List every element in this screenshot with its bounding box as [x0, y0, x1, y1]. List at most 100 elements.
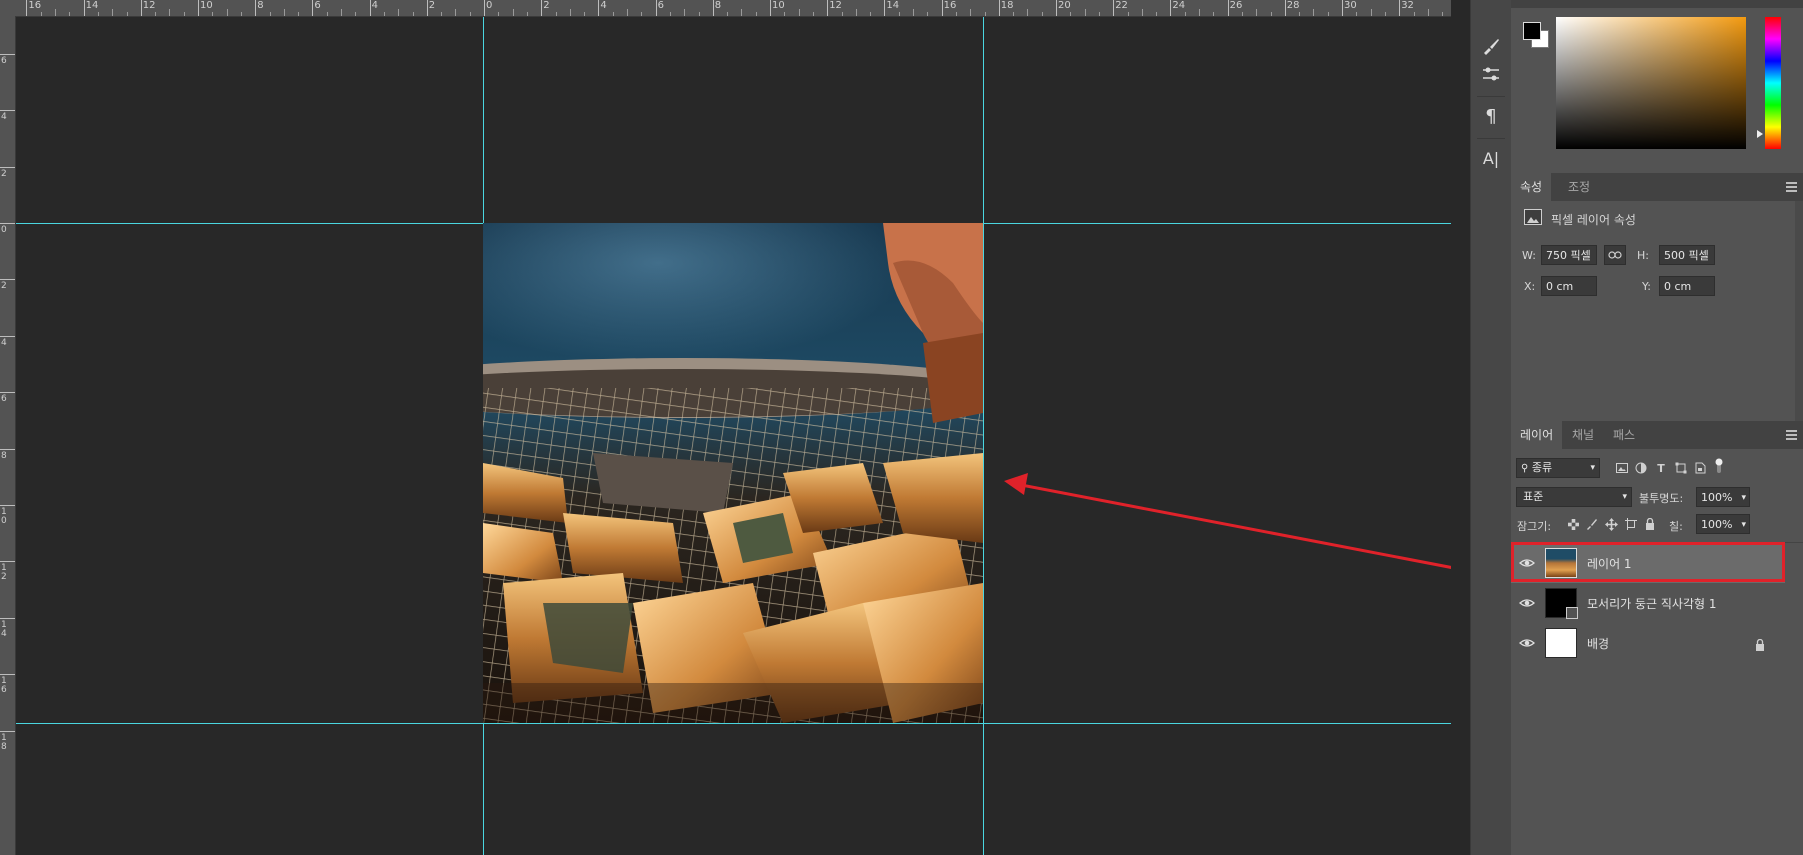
ruler-label: 8 [714, 0, 722, 11]
ruler-label: 4 [1, 337, 7, 348]
tab-paths[interactable]: 패스 [1604, 421, 1644, 449]
ruler-minor-tick [412, 12, 414, 16]
ruler-tick [369, 0, 371, 16]
filter-shape-icon[interactable] [1674, 461, 1688, 475]
ruler-minor-tick [1070, 12, 1072, 16]
lock-artboard-icon[interactable] [1624, 517, 1638, 531]
character-icon[interactable]: A| [1479, 146, 1503, 170]
ruler-tick [1227, 0, 1229, 16]
ruler-minor-tick [684, 9, 686, 16]
layers-panel: 레이어 채널 패스 ⚲ 종류 ▾ T 표준 ▾ 불투명도: 100% ▾ 잠그기… [1511, 421, 1803, 855]
y-field[interactable]: 0 cm [1659, 276, 1715, 296]
chevron-down-icon: ▾ [1622, 492, 1627, 502]
ruler-label: 6 [657, 0, 664, 11]
layer-row[interactable]: 모서리가 둥근 직사각형 1 [1511, 583, 1785, 623]
visibility-eye-icon[interactable] [1519, 635, 1535, 651]
ruler-minor-tick [112, 9, 114, 16]
paragraph-icon[interactable]: ¶ [1479, 104, 1503, 128]
lock-transparent-icon[interactable] [1566, 517, 1580, 531]
ruler-minor-tick [784, 12, 786, 16]
chevron-down-icon[interactable]: ▾ [1741, 488, 1746, 508]
ruler-minor-tick [1270, 12, 1272, 16]
filter-smart-object-icon[interactable] [1693, 461, 1707, 475]
brush-settings-icon[interactable] [1479, 34, 1503, 58]
ruler-tick [198, 0, 199, 16]
layer-name[interactable]: 배경 [1587, 635, 1609, 652]
ruler-label: 0 [1, 225, 7, 235]
y-label: Y: [1642, 280, 1651, 293]
layer-row[interactable]: 레이어 1 [1511, 542, 1785, 583]
foreground-color-swatch[interactable] [1523, 22, 1541, 40]
filter-type-icon[interactable]: T [1654, 461, 1668, 475]
layer-filter-dropdown[interactable]: ⚲ 종류 ▾ [1516, 458, 1600, 478]
layer-row[interactable]: 배경 [1511, 623, 1785, 663]
lock-move-icon[interactable] [1604, 517, 1618, 531]
ruler-label: 2 [1, 281, 7, 292]
ruler-tick [0, 110, 15, 112]
visibility-eye-icon[interactable] [1519, 595, 1535, 611]
ruler-tick [1113, 0, 1115, 16]
selected-layer-highlight [1511, 542, 1785, 582]
fill-value: 100% [1701, 518, 1733, 531]
ruler-label: 14 [85, 0, 99, 11]
ruler-label: 0 [486, 0, 493, 11]
ruler-tick [1056, 0, 1057, 16]
height-field[interactable]: 500 픽셀 [1659, 245, 1715, 265]
ruler-minor-tick [1127, 12, 1129, 16]
hue-slider[interactable] [1765, 17, 1781, 149]
ruler-label: 22 [1115, 0, 1128, 11]
fill-field[interactable]: 100% ▾ [1696, 514, 1750, 534]
tab-channels[interactable]: 채널 [1563, 421, 1603, 449]
layer-thumbnail-shape [1545, 588, 1578, 619]
chevron-down-icon[interactable]: ▾ [1741, 515, 1746, 535]
link-icon[interactable] [1604, 245, 1626, 265]
ruler-label: 4 [371, 0, 378, 11]
ruler-minor-tick [40, 12, 42, 16]
ruler-tick [827, 0, 829, 16]
width-field[interactable]: 750 픽셀 [1541, 245, 1597, 265]
ruler-tick [0, 166, 15, 168]
ruler-label: 32 [1401, 0, 1414, 11]
ruler-minor-tick [226, 9, 228, 16]
ruler-tick [884, 0, 886, 16]
chevron-down-icon: ▾ [1590, 463, 1595, 473]
hue-slider-handle[interactable] [1757, 130, 1763, 138]
opacity-label: 불투명도: [1639, 492, 1684, 505]
ruler-label: 10 [200, 0, 213, 11]
ruler-tick [941, 0, 943, 16]
ruler-minor-tick [1442, 12, 1444, 16]
annotation-arrow [1004, 473, 1451, 569]
ruler-minor-tick [727, 12, 729, 16]
lock-brush-icon[interactable] [1585, 517, 1599, 531]
filter-toggle-icon[interactable] [1712, 458, 1726, 473]
ruler-tick [1342, 0, 1343, 16]
filter-adjustment-icon[interactable] [1634, 461, 1648, 475]
ruler-minor-tick [584, 12, 586, 16]
ruler-label: 16 [943, 0, 957, 11]
filter-pixel-icon[interactable] [1615, 461, 1629, 475]
panel-menu-icon[interactable] [1786, 182, 1797, 192]
ruler-minor-tick [1098, 12, 1100, 16]
tab-layers[interactable]: 레이어 [1511, 421, 1563, 449]
lock-all-icon[interactable] [1643, 517, 1657, 531]
x-field[interactable]: 0 cm [1541, 276, 1597, 296]
ruler-minor-tick [212, 12, 214, 16]
document-canvas[interactable] [16, 17, 1451, 855]
ruler-minor-tick [855, 9, 857, 16]
color-picker-field[interactable] [1556, 17, 1746, 149]
ruler-minor-tick [1184, 12, 1186, 16]
layers-menu-icon[interactable] [1786, 430, 1797, 440]
tab-properties[interactable]: 속성 [1511, 173, 1552, 201]
tab-adjustments[interactable]: 조정 [1559, 173, 1599, 201]
ruler-label: 10 [772, 0, 785, 11]
ruler-label: 6 [1, 394, 7, 405]
sliders-icon[interactable] [1479, 62, 1503, 86]
opacity-field[interactable]: 100% ▾ [1696, 487, 1750, 507]
layer-lock-icon[interactable] [1755, 636, 1765, 655]
layer-name[interactable]: 모서리가 둥근 직사각형 1 [1587, 595, 1716, 612]
ruler-minor-tick [455, 9, 457, 16]
properties-header: 픽셀 레이어 속성 [1551, 213, 1636, 227]
properties-scrollbar[interactable] [1795, 201, 1803, 423]
blend-mode-dropdown[interactable]: 표준 ▾ [1516, 487, 1632, 507]
ruler-minor-tick [1041, 12, 1043, 16]
